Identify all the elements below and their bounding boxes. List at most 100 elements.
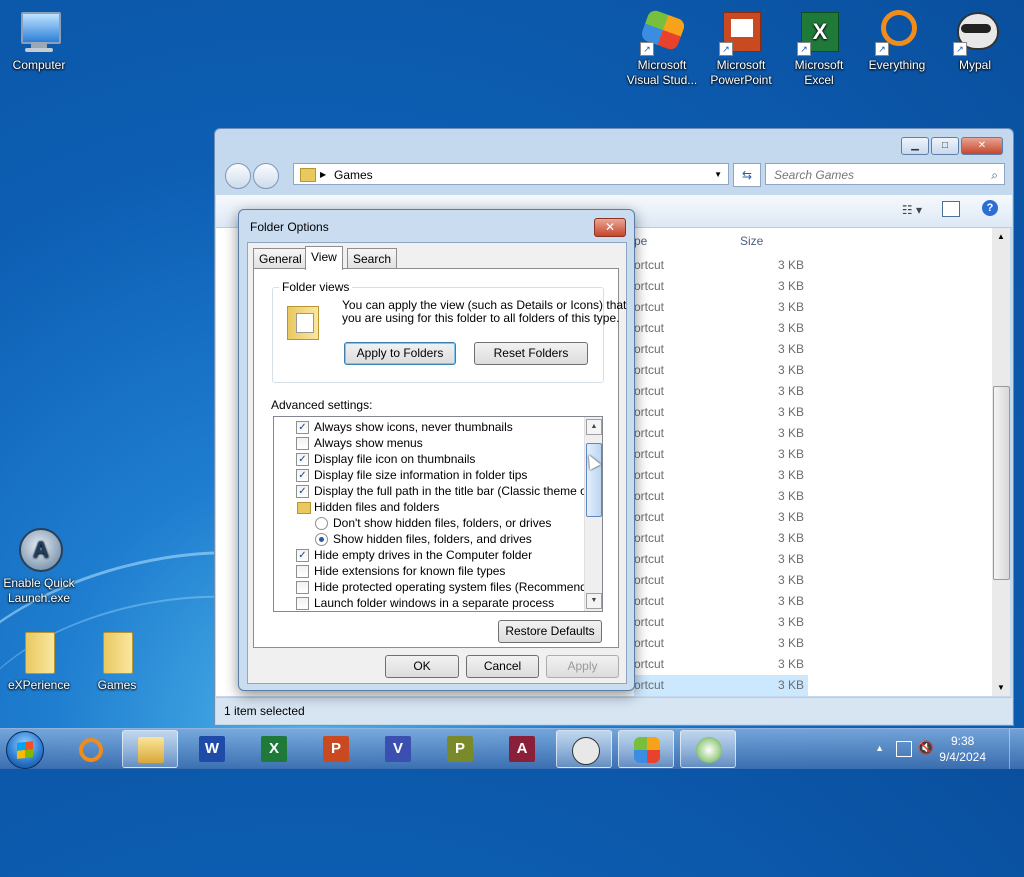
table-row[interactable]: ortcut 3 KB	[634, 465, 808, 486]
preview-pane-icon[interactable]	[942, 201, 960, 217]
file-size-cell: 3 KB	[777, 258, 804, 272]
table-row[interactable]: ortcut 3 KB	[634, 486, 808, 507]
scroll-down-icon[interactable]: ▼	[997, 683, 1005, 692]
help-icon[interactable]: ?	[982, 200, 998, 216]
tab-search[interactable]: Search	[347, 248, 398, 269]
table-row[interactable]: ortcut 3 KB	[634, 318, 808, 339]
table-row[interactable]: ortcut 3 KB	[634, 675, 808, 696]
scroll-up-icon[interactable]: ▲	[586, 419, 602, 435]
taskbar-publisher[interactable]: P	[432, 730, 488, 768]
apply-button[interactable]: Apply	[546, 655, 619, 678]
table-row[interactable]: ortcut 3 KB	[634, 276, 808, 297]
folder-options-dialog[interactable]: Folder Options ✕ General View Search Fol…	[238, 209, 635, 691]
table-row[interactable]: ortcut 3 KB	[634, 633, 808, 654]
clock[interactable]: 9:38 9/4/2024	[939, 733, 986, 765]
table-row[interactable]: ortcut 3 KB	[634, 255, 808, 276]
dialog-title: Folder Options	[250, 220, 329, 234]
address-bar[interactable]: ▶ Games ▼	[293, 163, 729, 185]
column-header-size[interactable]: Size	[740, 234, 763, 248]
scroll-up-icon[interactable]: ▲	[997, 232, 1005, 241]
checkbox[interactable]	[296, 437, 309, 450]
desktop-icon-visual-studio[interactable]: ↗ Microsoft Visual Stud...	[624, 8, 700, 88]
start-button[interactable]	[6, 731, 44, 769]
show-hidden-icons-icon[interactable]: ▲	[875, 743, 884, 753]
desktop-icon-games[interactable]: Games	[79, 628, 155, 693]
desktop-icon-mypal[interactable]: ↗ Mypal	[937, 8, 1013, 73]
search-icon[interactable]: ⌕	[991, 164, 998, 186]
table-row[interactable]: ortcut 3 KB	[634, 444, 808, 465]
scroll-thumb[interactable]	[993, 386, 1010, 580]
table-row[interactable]: ortcut 3 KB	[634, 339, 808, 360]
checkbox[interactable]	[296, 581, 309, 594]
checkbox[interactable]	[296, 597, 309, 610]
taskbar-explorer[interactable]	[122, 730, 178, 768]
restore-defaults-button[interactable]: Restore Defaults	[498, 620, 602, 643]
desktop-icon-excel[interactable]: X ↗ Microsoft Excel	[781, 8, 857, 88]
network-icon[interactable]	[896, 741, 912, 757]
table-row[interactable]: ortcut 3 KB	[634, 360, 808, 381]
taskbar-powerpoint[interactable]: P	[308, 730, 364, 768]
column-header-type[interactable]: pe	[634, 234, 647, 248]
volume-muted-icon[interactable]: 🔇	[918, 740, 934, 756]
table-row[interactable]: ortcut 3 KB	[634, 528, 808, 549]
search-input[interactable]: Search Games ⌕	[765, 163, 1005, 185]
table-row[interactable]: ortcut 3 KB	[634, 549, 808, 570]
advanced-setting-label: Always show menus	[314, 436, 423, 450]
taskbar-everything[interactable]	[62, 730, 118, 768]
view-options-icon[interactable]: ☷ ▾	[902, 203, 922, 217]
taskbar-app[interactable]	[680, 730, 736, 768]
desktop-icon-computer[interactable]: Computer	[1, 8, 77, 73]
taskbar-visio[interactable]: V	[370, 730, 426, 768]
dialog-close-button[interactable]: ✕	[594, 218, 626, 237]
table-row[interactable]: ortcut 3 KB	[634, 591, 808, 612]
back-button[interactable]	[225, 163, 251, 189]
maximize-button[interactable]: □	[931, 137, 959, 155]
radio-button[interactable]	[315, 533, 328, 546]
table-row[interactable]: ortcut 3 KB	[634, 507, 808, 528]
taskbar-word[interactable]: W	[184, 730, 240, 768]
close-button[interactable]: ✕	[961, 137, 1003, 155]
vertical-scrollbar[interactable]: ▲ ▼	[992, 228, 1010, 696]
checkbox[interactable]: ✓	[296, 453, 309, 466]
ok-button[interactable]: OK	[385, 655, 459, 678]
taskbar-excel[interactable]: X	[246, 730, 302, 768]
apply-to-folders-button[interactable]: Apply to Folders	[344, 342, 456, 365]
tab-general[interactable]: General	[253, 248, 308, 269]
checkbox[interactable]: ✓	[296, 469, 309, 482]
forward-button[interactable]	[253, 163, 279, 189]
table-row[interactable]: ortcut 3 KB	[634, 612, 808, 633]
checkbox[interactable]	[296, 565, 309, 578]
table-row[interactable]: ortcut 3 KB	[634, 297, 808, 318]
reset-folders-button[interactable]: Reset Folders	[474, 342, 588, 365]
table-row[interactable]: ortcut 3 KB	[634, 402, 808, 423]
show-desktop-button[interactable]	[1009, 729, 1024, 769]
scroll-down-icon[interactable]: ▼	[586, 593, 602, 609]
list-scrollbar[interactable]: ▲ ▼	[584, 417, 602, 611]
taskbar-access[interactable]: A	[494, 730, 550, 768]
taskbar-visual-studio[interactable]	[618, 730, 674, 768]
powerpoint-icon: P	[323, 736, 349, 762]
table-row[interactable]: ortcut 3 KB	[634, 423, 808, 444]
checkbox[interactable]: ✓	[296, 549, 309, 562]
table-row[interactable]: ortcut 3 KB	[634, 654, 808, 675]
advanced-settings-list[interactable]: ✓ Always show icons, never thumbnails Alwa…	[273, 416, 603, 612]
file-size-cell: 3 KB	[777, 552, 804, 566]
minimize-button[interactable]: ▁	[901, 137, 929, 155]
advanced-setting-label: Display file size information in folder …	[314, 468, 528, 482]
file-size-cell: 3 KB	[777, 363, 804, 377]
desktop-icon-powerpoint[interactable]: ↗ Microsoft PowerPoint	[703, 8, 779, 88]
desktop-icon-everything[interactable]: ↗ Everything	[859, 8, 935, 73]
desktop-icon-experience[interactable]: eXPerience	[1, 628, 77, 693]
chevron-down-icon[interactable]: ▼	[714, 164, 722, 186]
file-type-cell: ortcut	[634, 279, 665, 293]
cancel-button[interactable]: Cancel	[466, 655, 539, 678]
tab-view[interactable]: View	[305, 246, 343, 270]
refresh-icon[interactable]: ⇆	[733, 163, 761, 187]
checkbox[interactable]: ✓	[296, 485, 309, 498]
taskbar-mypal[interactable]	[556, 730, 612, 768]
checkbox[interactable]: ✓	[296, 421, 309, 434]
table-row[interactable]: ortcut 3 KB	[634, 570, 808, 591]
radio-button[interactable]	[315, 517, 328, 530]
desktop-icon-enable-quick-launch[interactable]: A Enable Quick Launch.exe	[1, 526, 77, 606]
table-row[interactable]: ortcut 3 KB	[634, 381, 808, 402]
